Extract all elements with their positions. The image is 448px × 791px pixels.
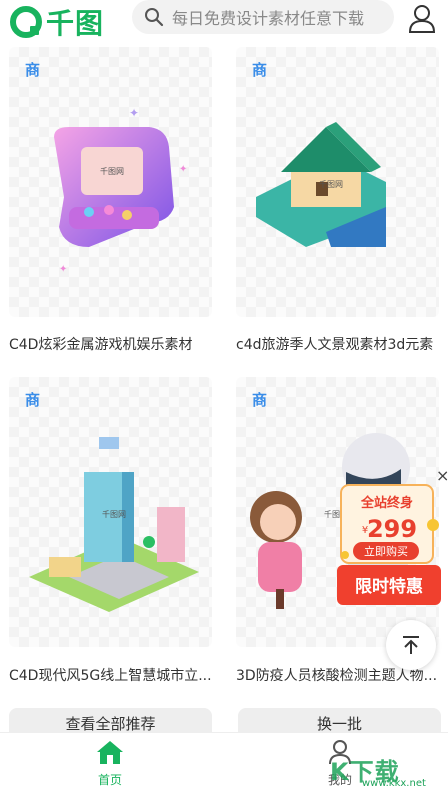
arrow-up-icon — [403, 636, 419, 654]
svg-text:✦: ✦ — [59, 264, 67, 275]
search-icon — [145, 8, 164, 27]
svg-text:✦: ✦ — [179, 164, 187, 175]
logo-text: 千图 — [46, 7, 105, 40]
art-watermark: 千图网 — [319, 179, 343, 189]
tab-home-label: 首页 — [97, 773, 122, 787]
promo-offer: 限时特惠 — [355, 576, 423, 597]
home-icon — [97, 741, 123, 764]
material-card[interactable]: 商 千图网 ✦ ✦ ✦ — [9, 47, 212, 317]
back-to-top-button[interactable] — [386, 620, 436, 670]
promo-price: 299 — [367, 515, 417, 543]
logo[interactable]: 千图 — [8, 2, 104, 42]
house-island-image: 千图网 — [256, 122, 386, 247]
promo-banner[interactable]: 全站终身 ¥ 299 立即购买 限时特惠 — [337, 475, 443, 609]
tab-home[interactable]: 首页 — [80, 739, 140, 788]
promo-buy: 立即购买 — [364, 544, 408, 558]
header: 千图 每日免费设计素材任意下载 — [0, 0, 448, 40]
promo-line1: 全站终身 — [360, 495, 413, 511]
card-caption[interactable]: C4D现代风5G线上智慧城市立... — [9, 665, 219, 685]
close-icon[interactable]: × — [436, 466, 448, 485]
search-placeholder: 每日免费设计素材任意下载 — [172, 9, 365, 28]
user-icon[interactable] — [406, 2, 438, 34]
svg-text:✦: ✦ — [129, 106, 139, 120]
arcade-machine-image: 千图网 ✦ ✦ ✦ — [54, 106, 187, 275]
search-bar[interactable]: 每日免费设计素材任意下载 — [132, 0, 394, 34]
material-card[interactable]: 商 千图网 — [236, 47, 439, 317]
material-card[interactable]: 商 千图网 — [9, 377, 212, 647]
site-watermark-url: www.kkx.net — [362, 778, 426, 789]
card-caption[interactable]: c4d旅游季人文景观素材3d元素 — [236, 334, 446, 354]
logo-icon — [10, 6, 42, 38]
smart-city-image: 千图网 — [29, 437, 199, 612]
art-watermark: 千图网 — [100, 166, 124, 176]
card-caption[interactable]: C4D炫彩金属游戏机娱乐素材 — [9, 334, 219, 354]
art-watermark: 千图网 — [102, 509, 126, 519]
